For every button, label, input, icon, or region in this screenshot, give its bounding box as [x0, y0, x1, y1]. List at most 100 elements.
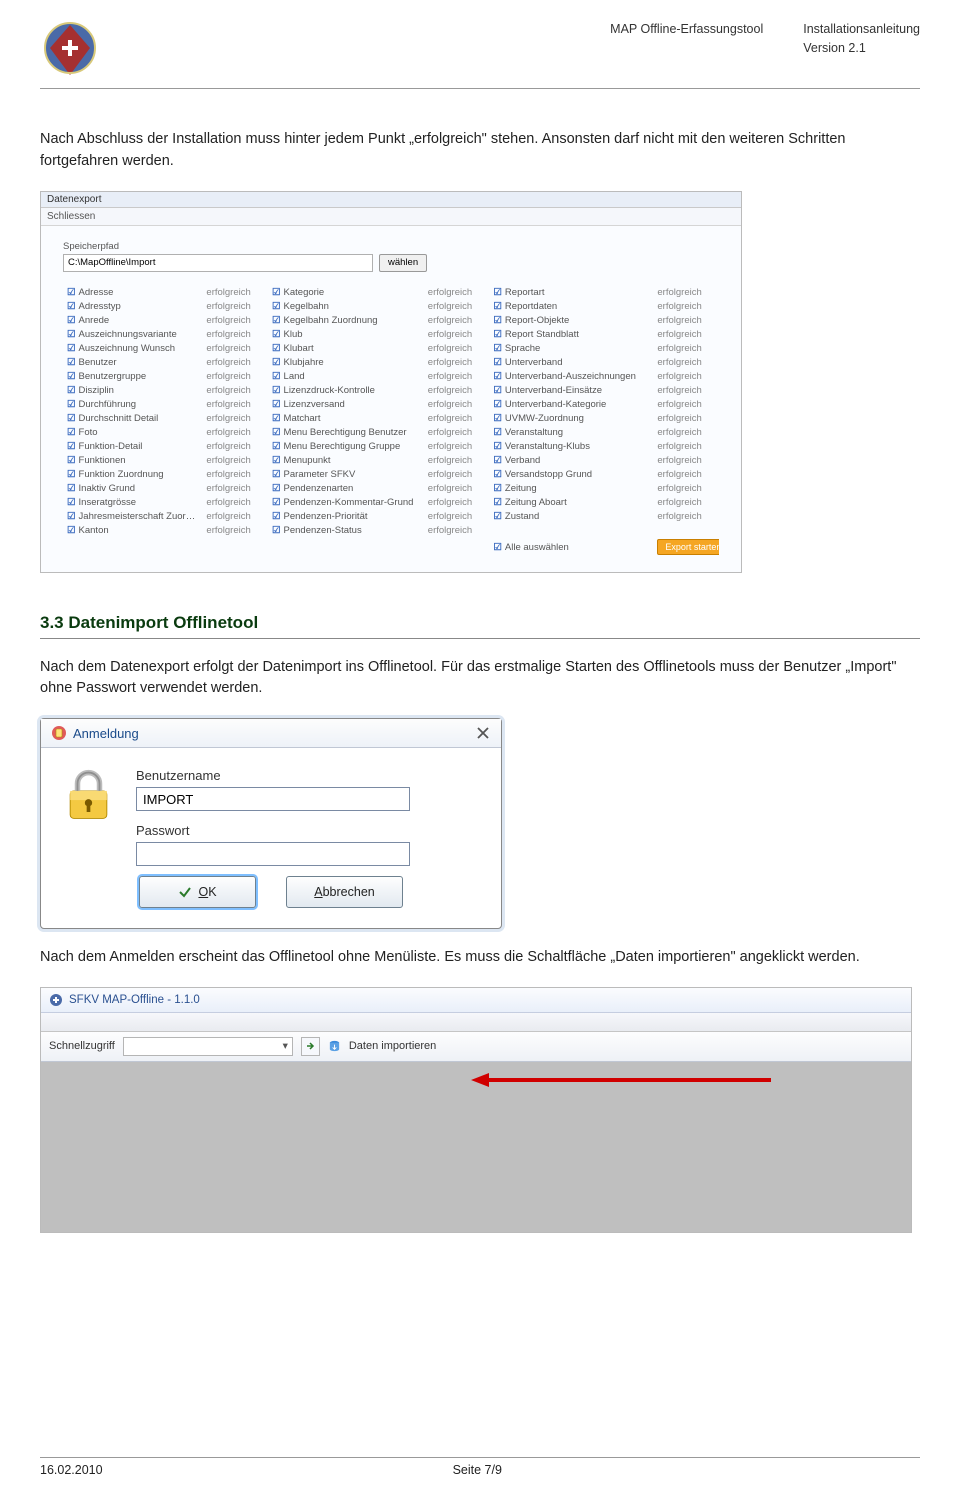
app-content-area: [41, 1062, 911, 1232]
export-item[interactable]: ☑Menu Berechtigung Benutzer: [268, 426, 424, 440]
export-item[interactable]: ☑Klubjahre: [268, 356, 424, 370]
import-button[interactable]: Daten importieren: [349, 1040, 436, 1052]
export-item[interactable]: ☑Funktionen: [63, 454, 202, 468]
export-item[interactable]: ☑Auszeichnungsvariante: [63, 328, 202, 342]
export-item[interactable]: ☑Menupunkt: [268, 454, 424, 468]
export-item[interactable]: ☑UVMW-Zuordnung: [489, 412, 653, 426]
export-status: erfolgreich: [202, 398, 268, 412]
export-item[interactable]: ☑Adresse: [63, 286, 202, 300]
start-export-button[interactable]: Export starten: [653, 538, 719, 557]
export-status: erfolgreich: [424, 300, 490, 314]
import-icon: [328, 1040, 341, 1053]
export-item[interactable]: ☑Kategorie: [268, 286, 424, 300]
export-item[interactable]: ☑Report Standblatt: [489, 328, 653, 342]
path-input[interactable]: [63, 254, 373, 272]
export-item[interactable]: ☑Verband: [489, 454, 653, 468]
export-item[interactable]: ☑Zeitung Aboart: [489, 496, 653, 510]
export-item[interactable]: ☑Pendenzen-Kommentar-Grund: [268, 496, 424, 510]
export-item[interactable]: ☑Kegelbahn Zuordnung: [268, 314, 424, 328]
password-input[interactable]: [136, 842, 410, 866]
quickaccess-combo[interactable]: ▾: [123, 1037, 293, 1056]
export-item[interactable]: ☑Menu Berechtigung Gruppe: [268, 440, 424, 454]
app-icon: [49, 993, 63, 1007]
export-status: erfolgreich: [653, 426, 719, 440]
export-item[interactable]: ☑Inaktiv Grund: [63, 482, 202, 496]
export-status: erfolgreich: [202, 342, 268, 356]
footer-page: Seite 7/9: [453, 1463, 502, 1477]
export-item[interactable]: ☑Foto: [63, 426, 202, 440]
export-status: erfolgreich: [202, 286, 268, 300]
export-item[interactable]: ☑Klubart: [268, 342, 424, 356]
export-item[interactable]: ☑Sprache: [489, 342, 653, 356]
hdr-doc: Installationsanleitung: [803, 20, 920, 39]
export-item[interactable]: ☑Durchführung: [63, 398, 202, 412]
export-item[interactable]: ☑Zeitung: [489, 482, 653, 496]
export-item[interactable]: ☑Pendenzen-Status: [268, 524, 424, 538]
hdr-title: MAP Offline-Erfassungstool: [610, 20, 763, 39]
export-item[interactable]: ☑Report-Objekte: [489, 314, 653, 328]
export-item[interactable]: ☑Lizenzversand: [268, 398, 424, 412]
go-button[interactable]: [301, 1037, 320, 1056]
export-item[interactable]: ☑Durchschnitt Detail: [63, 412, 202, 426]
export-item[interactable]: ☑Kegelbahn: [268, 300, 424, 314]
export-item[interactable]: ☑Versandstopp Grund: [489, 468, 653, 482]
export-item[interactable]: [489, 524, 653, 538]
export-item[interactable]: ☑Unterverband-Einsätze: [489, 384, 653, 398]
path-choose-button[interactable]: wählen: [379, 254, 427, 272]
export-close-btn[interactable]: Schliessen: [47, 211, 95, 222]
export-item[interactable]: ☑Matchart: [268, 412, 424, 426]
export-status: erfolgreich: [424, 496, 490, 510]
ok-button[interactable]: OK: [139, 876, 256, 908]
export-status: erfolgreich: [424, 482, 490, 496]
login-title-icon: [51, 725, 67, 741]
export-item[interactable]: ☑Unterverband: [489, 356, 653, 370]
username-input[interactable]: [136, 787, 410, 811]
sfkv-logo: [40, 20, 100, 80]
export-item[interactable]: ☑Veranstaltung-Klubs: [489, 440, 653, 454]
export-status: erfolgreich: [202, 356, 268, 370]
export-item[interactable]: ☑Jahresmeisterschaft Zuordnung: [63, 510, 202, 524]
export-item[interactable]: ☑Pendenzenarten: [268, 482, 424, 496]
export-status: erfolgreich: [202, 454, 268, 468]
export-item[interactable]: ☑Zustand: [489, 510, 653, 524]
export-item[interactable]: ☑Parameter SFKV: [268, 468, 424, 482]
export-status: erfolgreich: [202, 328, 268, 342]
export-status: erfolgreich: [424, 412, 490, 426]
export-status: erfolgreich: [202, 384, 268, 398]
export-status: erfolgreich: [424, 286, 490, 300]
export-item[interactable]: ☑Funktion-Detail: [63, 440, 202, 454]
export-status: erfolgreich: [424, 342, 490, 356]
cancel-button[interactable]: Abbrechen: [286, 876, 403, 908]
export-item[interactable]: ☑Pendenzen-Priorität: [268, 510, 424, 524]
paragraph-2: Nach dem Datenexport erfolgt der Datenim…: [40, 657, 920, 701]
export-item[interactable]: ☑Kanton: [63, 524, 202, 538]
export-status: erfolgreich: [424, 426, 490, 440]
export-item[interactable]: ☑Lizenzdruck-Kontrolle: [268, 384, 424, 398]
export-item[interactable]: ☑Unterverband-Auszeichnungen: [489, 370, 653, 384]
export-status: erfolgreich: [202, 426, 268, 440]
export-status: erfolgreich: [424, 314, 490, 328]
export-status: erfolgreich: [202, 510, 268, 524]
export-item[interactable]: ☑Reportdaten: [489, 300, 653, 314]
export-item[interactable]: ☑Veranstaltung: [489, 426, 653, 440]
export-item[interactable]: ☑Anrede: [63, 314, 202, 328]
export-item[interactable]: ☑Inseratgrösse: [63, 496, 202, 510]
export-item[interactable]: ☑Klub: [268, 328, 424, 342]
export-item[interactable]: ☑Disziplin: [63, 384, 202, 398]
export-grid: ☑Adresseerfolgreich☑Kategorieerfolgreich…: [63, 286, 719, 557]
export-item[interactable]: ☑Reportart: [489, 286, 653, 300]
close-icon[interactable]: [475, 725, 491, 741]
export-item[interactable]: ☑Adresstyp: [63, 300, 202, 314]
export-status: erfolgreich: [424, 510, 490, 524]
go-arrow-icon: [305, 1041, 315, 1051]
export-item[interactable]: ☑Benutzergruppe: [63, 370, 202, 384]
export-item[interactable]: ☑Funktion Zuordnung: [63, 468, 202, 482]
password-label: Passwort: [136, 823, 481, 838]
export-status: erfolgreich: [653, 356, 719, 370]
screenshot-offlinetool: SFKV MAP-Offline - 1.1.0 Schnellzugriff …: [40, 987, 912, 1233]
select-all[interactable]: ☑Alle auswählen: [489, 538, 653, 557]
export-item[interactable]: ☑Unterverband-Kategorie: [489, 398, 653, 412]
export-item[interactable]: ☑Benutzer: [63, 356, 202, 370]
export-item[interactable]: ☑Auszeichnung Wunsch: [63, 342, 202, 356]
export-item[interactable]: ☑Land: [268, 370, 424, 384]
